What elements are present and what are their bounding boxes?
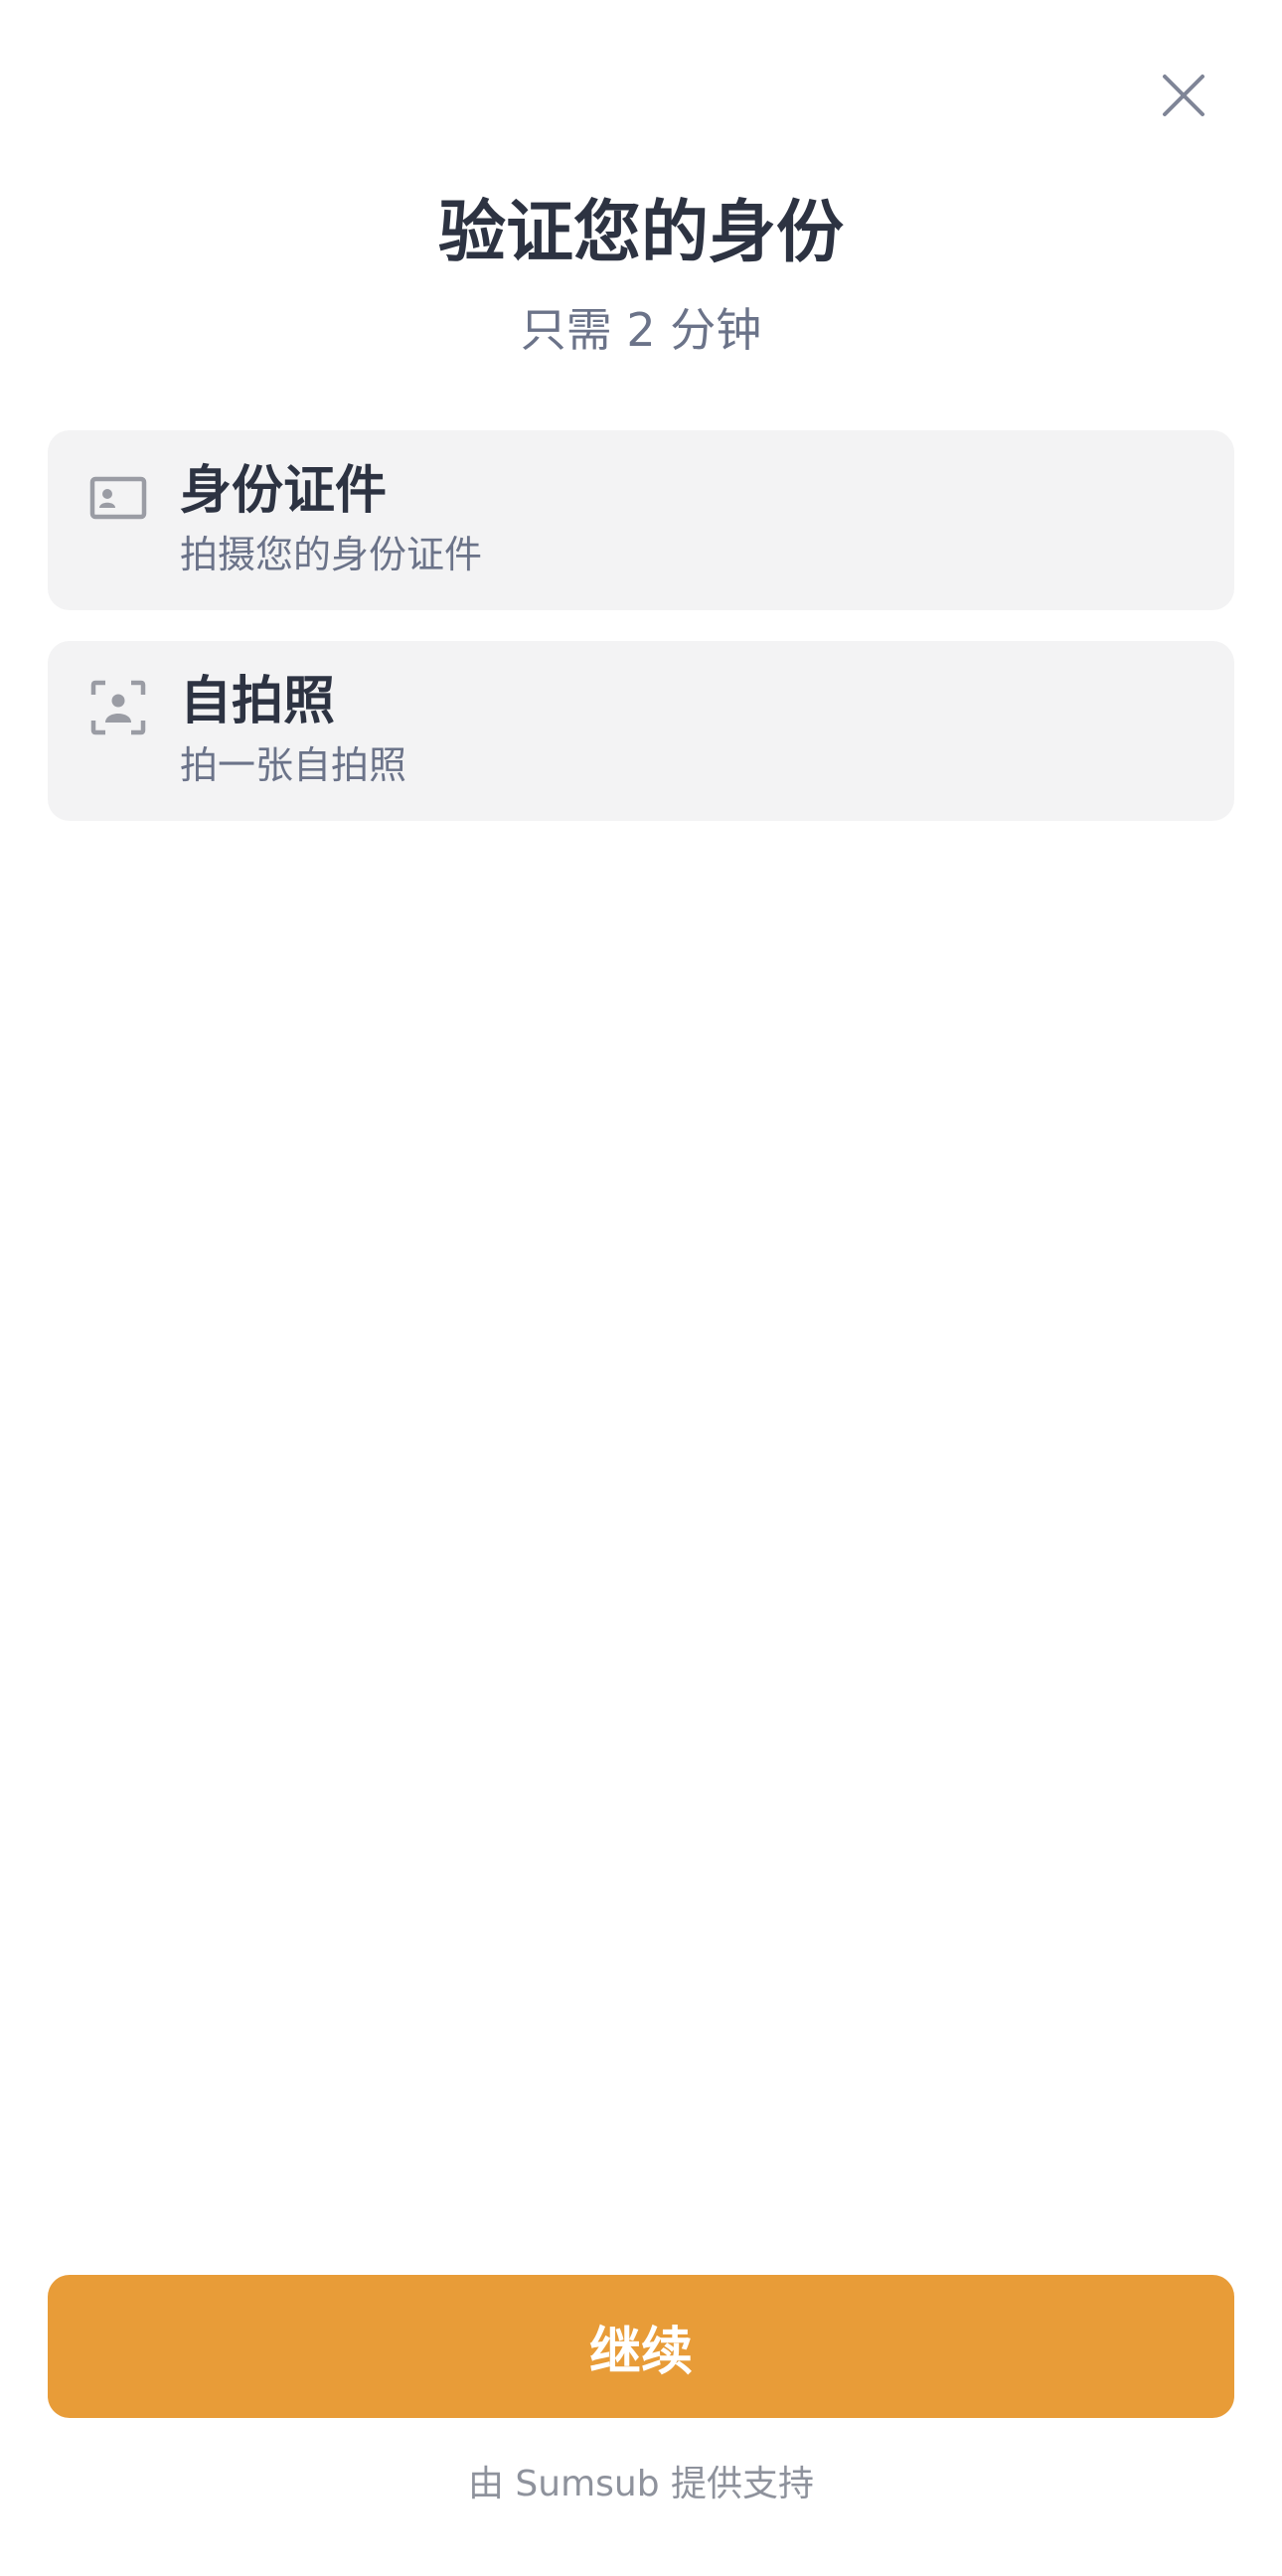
step-description: 拍摄您的身份证件 xyxy=(180,533,483,576)
continue-button[interactable]: 继续 xyxy=(48,2275,1234,2418)
step-description: 拍一张自拍照 xyxy=(180,743,407,787)
close-icon xyxy=(1163,75,1204,116)
verification-screen: 验证您的身份 只需 2 分钟 身份证件 拍摄您的身份证件 自拍照 拍一张自拍照 … xyxy=(0,0,1282,2576)
page-subtitle: 只需 2 分钟 xyxy=(520,303,762,357)
close-button[interactable] xyxy=(1148,60,1219,131)
step-title: 自拍照 xyxy=(180,672,336,731)
step-title: 身份证件 xyxy=(180,461,388,521)
page-title: 验证您的身份 xyxy=(437,194,844,272)
face-scan-icon xyxy=(90,680,146,735)
step-card-id-document[interactable]: 身份证件 拍摄您的身份证件 xyxy=(48,430,1234,610)
step-card-selfie[interactable]: 自拍照 拍一张自拍照 xyxy=(48,641,1234,821)
id-card-icon xyxy=(89,476,147,520)
powered-by-text: 由 Sumsub 提供支持 xyxy=(467,2464,815,2504)
